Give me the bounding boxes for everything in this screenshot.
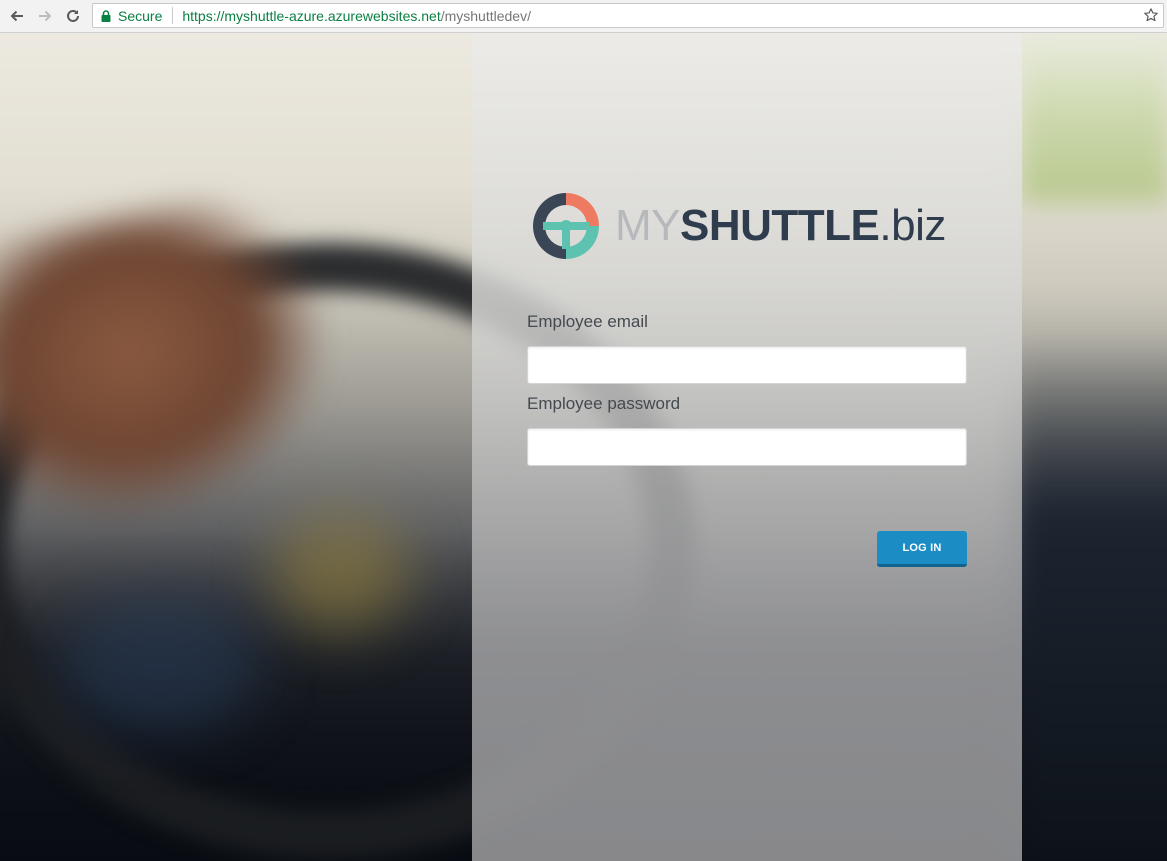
url-path: /myshuttledev/ xyxy=(440,7,531,24)
address-bar[interactable]: Secure https://myshuttle-azure.azurewebs… xyxy=(92,3,1164,28)
logo-text-biz: .biz xyxy=(879,201,946,250)
login-page: MYSHUTTLE.biz Employee email Employee pa… xyxy=(0,33,1167,861)
email-field[interactable] xyxy=(527,346,967,384)
logo-text-shuttle: SHUTTLE xyxy=(680,201,880,250)
secure-label: Secure xyxy=(118,7,163,24)
omnibox-divider xyxy=(172,7,174,24)
email-label: Employee email xyxy=(527,312,648,331)
arrow-right-icon[interactable] xyxy=(34,5,56,27)
background-blur-spot xyxy=(60,593,260,733)
background-dashboard xyxy=(1010,333,1167,861)
myshuttle-logo: MYSHUTTLE.biz xyxy=(529,188,969,264)
reload-icon[interactable] xyxy=(62,5,84,27)
browser-toolbar: Secure https://myshuttle-azure.azurewebs… xyxy=(0,0,1167,33)
login-button[interactable]: LOG IN xyxy=(877,531,967,567)
password-field[interactable] xyxy=(527,428,967,466)
background-road xyxy=(1020,33,1167,203)
steering-wheel-logo-icon xyxy=(533,193,599,259)
lock-icon xyxy=(101,9,111,22)
star-icon[interactable] xyxy=(1142,6,1160,24)
arrow-left-icon[interactable] xyxy=(6,5,28,27)
logo-wordmark: MYSHUTTLE.biz xyxy=(615,204,946,248)
logo-text-my: MY xyxy=(615,201,681,250)
background-blur-spot xyxy=(270,513,410,633)
password-label: Employee password xyxy=(527,394,681,413)
login-panel: MYSHUTTLE.biz Employee email Employee pa… xyxy=(472,33,1022,861)
url-host: https://myshuttle-azure.azurewebsites.ne… xyxy=(182,7,441,24)
